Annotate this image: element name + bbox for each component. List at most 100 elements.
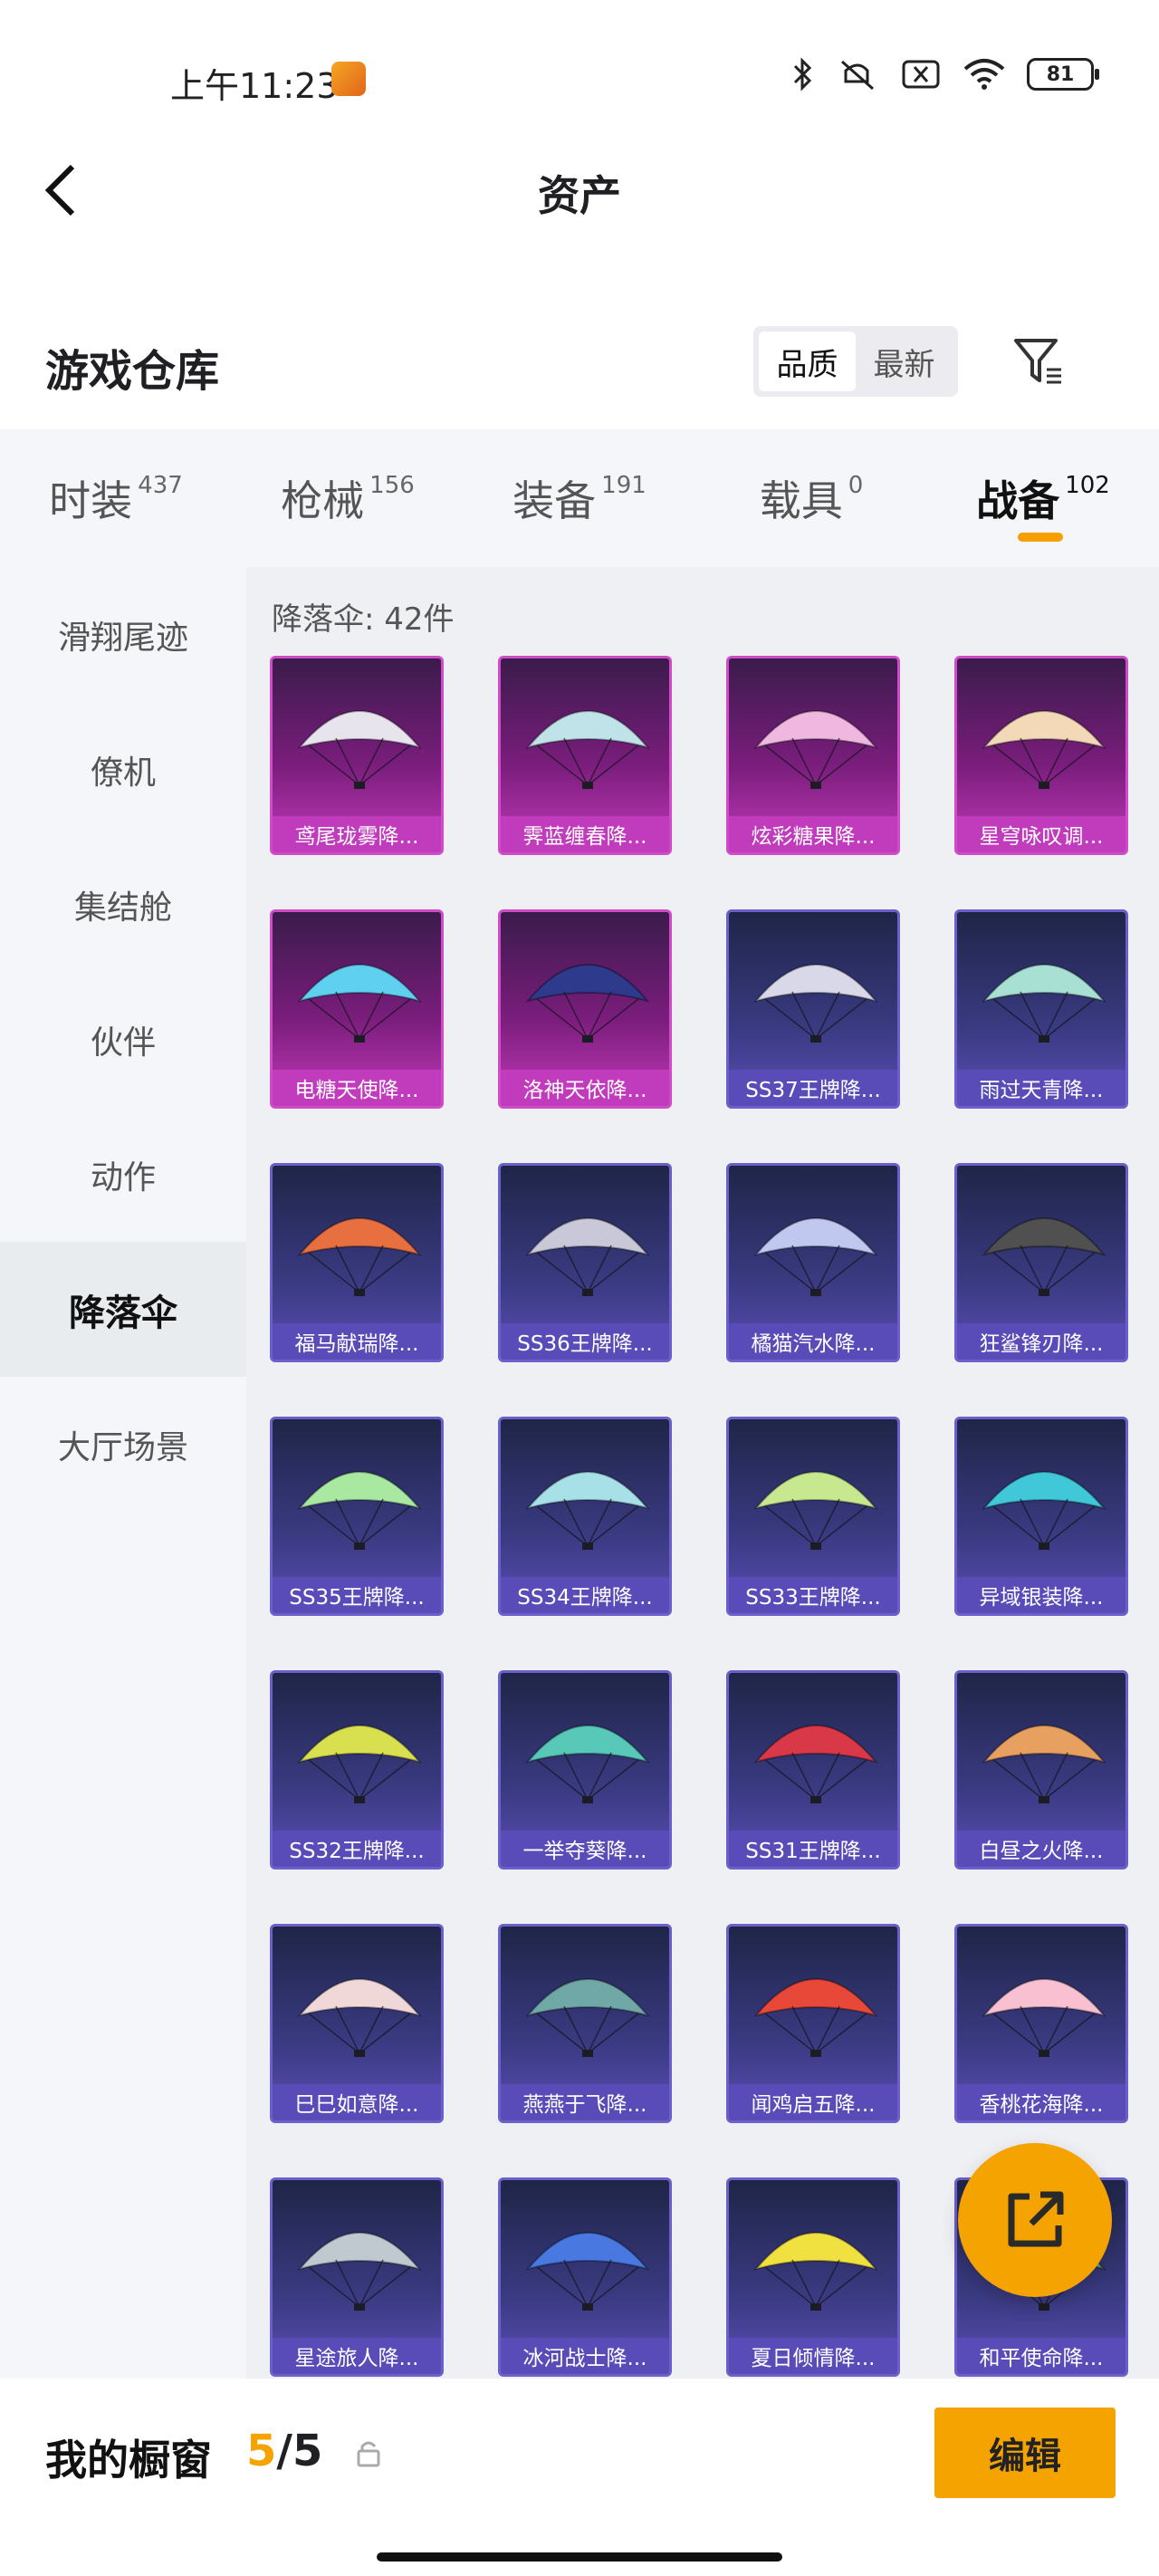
parachute-card[interactable]: 燕燕于飞降... — [498, 1924, 672, 2123]
parachute-card[interactable]: 星穹咏叹调... — [954, 656, 1128, 855]
parachute-card-label: 白昼之火降... — [957, 1831, 1125, 1867]
parachute-card[interactable]: 夏日倾情降... — [726, 2177, 900, 2377]
sidebar-item-glide-trail[interactable]: 滑翔尾迹 — [0, 567, 246, 702]
share-fab[interactable] — [958, 2143, 1112, 2297]
parachute-card-label: 燕燕于飞降... — [501, 2084, 669, 2120]
parachute-card[interactable]: 霁蓝缠春降... — [498, 656, 672, 855]
parachute-card[interactable]: SS31王牌降... — [726, 1670, 900, 1870]
parachute-card[interactable]: 星途旅人降... — [270, 2177, 444, 2377]
parachute-card-label: SS37王牌降... — [729, 1070, 897, 1106]
parachute-card[interactable]: 福马献瑞降... — [270, 1163, 444, 1362]
parachute-card[interactable]: 闻鸡启五降... — [726, 1924, 900, 2123]
parachute-card[interactable]: SS37王牌降... — [726, 909, 900, 1109]
parachute-card-label: SS34王牌降... — [501, 1577, 669, 1613]
parachute-card-label: 和平使命降... — [957, 2338, 1125, 2374]
parachute-card-label: 电糖天使降... — [273, 1070, 441, 1106]
parachute-icon — [297, 1725, 422, 1803]
parachute-card-label: 冰河战士降... — [501, 2338, 669, 2374]
parachute-icon — [753, 1217, 878, 1296]
edit-button[interactable]: 编辑 — [934, 2408, 1116, 2498]
parachute-icon — [525, 1978, 650, 2057]
parachute-card-label: 一举夺葵降... — [501, 1831, 669, 1867]
parachute-card[interactable]: 巳巳如意降... — [270, 1924, 444, 2123]
parachute-card[interactable]: 雨过天青降... — [954, 909, 1128, 1109]
parachute-icon — [753, 964, 878, 1043]
parachute-icon — [982, 710, 1106, 789]
parachute-card[interactable]: 异域银装降... — [954, 1417, 1128, 1616]
parachute-icon — [297, 710, 422, 789]
home-indicator — [377, 2552, 782, 2562]
parachute-card[interactable]: SS32王牌降... — [270, 1670, 444, 1870]
parachute-card[interactable]: 炫彩糖果降... — [726, 656, 900, 855]
parachute-card-label: 星途旅人降... — [273, 2338, 441, 2374]
parachute-icon — [525, 710, 650, 789]
parachute-card-label: SS31王牌降... — [729, 1831, 897, 1867]
sidebar-item-lobby-scene[interactable]: 大厅场景 — [0, 1377, 246, 1512]
sim-disabled-icon — [902, 60, 940, 89]
page-title: 资产 — [538, 171, 621, 220]
sort-option-quality[interactable]: 品质 — [759, 332, 856, 391]
parachute-card[interactable]: 狂鲨锋刃降... — [954, 1163, 1128, 1362]
parachute-card[interactable]: 橘猫汽水降... — [726, 1163, 900, 1362]
parachute-card-label: 霁蓝缠春降... — [501, 816, 669, 852]
parachute-card[interactable]: 洛神天依降... — [498, 909, 672, 1109]
sidebar-item-wingman[interactable]: 僚机 — [0, 702, 246, 837]
tab-weapons[interactable]: 枪械 156 — [232, 468, 464, 528]
parachute-card[interactable]: 电糖天使降... — [270, 909, 444, 1109]
subcategory-sidebar: 滑翔尾迹 僚机 集结舱 伙伴 动作 降落伞 大厅场景 — [0, 567, 246, 2379]
parachute-card[interactable]: SS35王牌降... — [270, 1417, 444, 1616]
tab-combat-gear[interactable]: 战备 102 — [927, 468, 1159, 528]
parachute-icon — [753, 1471, 878, 1550]
parachute-icon — [297, 2232, 422, 2311]
parachute-card-label: SS36王牌降... — [501, 1323, 669, 1360]
item-count-label: 降落伞: 42件 — [272, 601, 455, 638]
parachute-card[interactable]: SS34王牌降... — [498, 1417, 672, 1616]
tab-costume[interactable]: 时装 437 — [0, 468, 232, 528]
sidebar-item-emote[interactable]: 动作 — [0, 1107, 246, 1242]
sidebar-item-rally-pod[interactable]: 集结舱 — [0, 837, 246, 972]
parachute-icon — [525, 1725, 650, 1803]
parachute-card-label: 巳巳如意降... — [273, 2084, 441, 2120]
battery-icon: 81 — [1027, 58, 1099, 91]
parachute-icon — [525, 1217, 650, 1296]
bottom-bar: 我的橱窗 5/5 编辑 — [0, 2379, 1159, 2576]
wifi-icon — [963, 59, 1005, 90]
bluetooth-icon — [793, 57, 812, 91]
parachute-card-label: 狂鲨锋刃降... — [957, 1323, 1125, 1360]
parachute-card-label: 夏日倾情降... — [729, 2338, 897, 2374]
parachute-card-label: SS32王牌降... — [273, 1831, 441, 1867]
parachute-icon — [982, 1217, 1106, 1296]
parachute-card[interactable]: 白昼之火降... — [954, 1670, 1128, 1870]
parachute-card[interactable]: 一举夺葵降... — [498, 1670, 672, 1870]
parachute-card-label: SS35王牌降... — [273, 1577, 441, 1613]
showcase-label: 我的橱窗 — [45, 2436, 212, 2485]
parachute-card-label: 鸢尾珑雾降... — [273, 816, 441, 852]
sidebar-item-parachute[interactable]: 降落伞 — [0, 1242, 246, 1377]
sidebar-item-companion[interactable]: 伙伴 — [0, 972, 246, 1107]
sort-option-latest[interactable]: 最新 — [856, 332, 953, 391]
parachute-card-label: SS33王牌降... — [729, 1577, 897, 1613]
parachute-icon — [297, 1471, 422, 1550]
filter-icon[interactable] — [1011, 333, 1067, 389]
parachute-card[interactable]: SS36王牌降... — [498, 1163, 672, 1362]
warehouse-title: 游戏仓库 — [45, 346, 220, 397]
parachute-card[interactable]: 鸢尾珑雾降... — [270, 656, 444, 855]
external-link-icon — [1008, 2191, 1064, 2247]
item-panel: 降落伞: 42件 鸢尾珑雾降... 霁蓝缠春降... 炫彩糖果降... 星穹咏叹调..… — [246, 567, 1159, 2379]
parachute-card-label: 闻鸡启五降... — [729, 2084, 897, 2120]
status-time: 上午11:23 — [170, 66, 339, 106]
parachute-card[interactable]: 冰河战士降... — [498, 2177, 672, 2377]
tab-vehicles[interactable]: 载具 0 — [695, 468, 927, 528]
parachute-icon — [297, 1217, 422, 1296]
app-notification-icon — [331, 62, 366, 96]
parachute-icon — [982, 1978, 1106, 2057]
parachute-card[interactable]: SS33王牌降... — [726, 1417, 900, 1616]
status-icons: 81 — [790, 56, 1099, 92]
parachute-card-label: 福马献瑞降... — [273, 1323, 441, 1360]
parachute-card-label: 星穹咏叹调... — [957, 816, 1125, 852]
parachute-icon — [297, 964, 422, 1043]
parachute-card[interactable]: 香桃花海降... — [954, 1924, 1128, 2123]
parachute-card-label: 异域银装降... — [957, 1577, 1125, 1613]
tab-equipment[interactable]: 装备 191 — [464, 468, 695, 528]
mute-icon — [841, 60, 874, 91]
